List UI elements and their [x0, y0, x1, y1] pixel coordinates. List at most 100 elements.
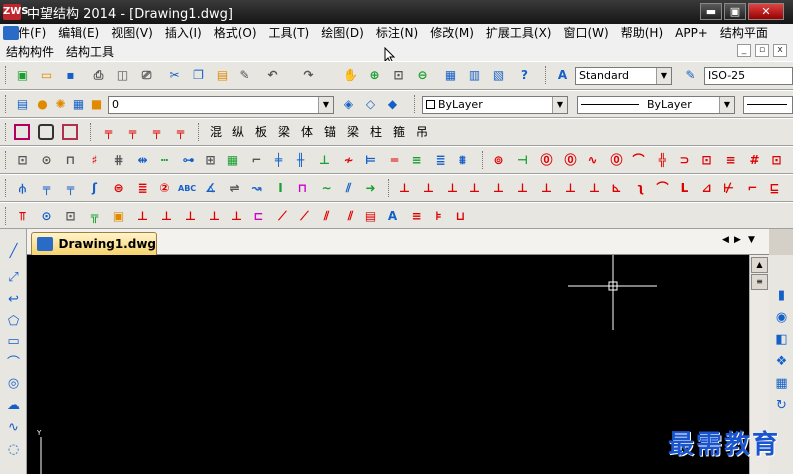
- menu-help[interactable]: 帮助(H): [615, 24, 669, 42]
- rebar-span-icon[interactable]: ⊣: [514, 152, 531, 169]
- column-tee-icon[interactable]: ╤: [38, 180, 55, 197]
- notch-icon[interactable]: ⊔: [452, 208, 469, 225]
- new-file-icon[interactable]: ▣: [14, 67, 31, 84]
- seal-icon[interactable]: ⊜: [110, 180, 127, 197]
- linetype-select[interactable]: ByLayer ▼: [577, 96, 735, 114]
- stair-icon-2[interactable]: ⟋: [296, 208, 313, 225]
- arrow-line-icon[interactable]: ↝: [248, 180, 265, 197]
- menu-modify[interactable]: 修改(M): [424, 24, 480, 42]
- stair-icon[interactable]: ⟋: [274, 208, 291, 225]
- menu-tools[interactable]: 工具(T): [263, 24, 316, 42]
- hook-icon[interactable]: ⊃: [676, 152, 693, 169]
- beam-rebar-icon-3[interactable]: ╤: [148, 124, 165, 141]
- make-layer-current-icon[interactable]: ◈: [340, 96, 357, 113]
- stirrup-icon[interactable]: ⊡: [768, 152, 785, 169]
- polygon-icon[interactable]: ⬠: [5, 313, 22, 330]
- rebar-mark-icon[interactable]: ⊚: [490, 152, 507, 169]
- beam-rebar-icon-4[interactable]: ╤: [172, 124, 189, 141]
- line-icon[interactable]: ╱: [5, 243, 22, 260]
- dash-line-icon[interactable]: ┅: [156, 152, 173, 169]
- text-style-select[interactable]: Standard ▼: [575, 67, 672, 85]
- footing-icon-4[interactable]: ⊥: [206, 208, 223, 225]
- arch-icon[interactable]: ⌒: [654, 180, 671, 197]
- toolbar-grip[interactable]: [90, 123, 93, 141]
- array-icon[interactable]: ▦: [773, 375, 790, 392]
- wall-icon[interactable]: ▤: [362, 208, 379, 225]
- beam-section-icon-1[interactable]: ⊥: [396, 180, 413, 197]
- spell-check-icon[interactable]: ABC: [178, 180, 196, 197]
- color-select[interactable]: ByLayer ▼: [422, 96, 568, 114]
- menu-insert[interactable]: 插入(I): [159, 24, 208, 42]
- menu-draw[interactable]: 绘图(D): [315, 24, 370, 42]
- minimize-button[interactable]: ▬: [700, 3, 722, 20]
- copy-object-icon[interactable]: ◉: [773, 309, 790, 326]
- step-icon[interactable]: ⊑: [766, 180, 783, 197]
- bracket-icon[interactable]: ⊓: [294, 180, 311, 197]
- column-icon[interactable]: ⫪: [14, 208, 31, 225]
- footing-icon-2[interactable]: ⊥: [158, 208, 175, 225]
- chevron-down-icon[interactable]: ▼: [656, 68, 671, 84]
- lineweight-select[interactable]: [743, 96, 793, 114]
- print-preview-icon[interactable]: ◫: [114, 67, 131, 84]
- tool-longitudinal[interactable]: 纵: [228, 124, 248, 141]
- chevron-down-icon[interactable]: ▼: [318, 97, 333, 113]
- ellipse-icon[interactable]: ◌: [5, 441, 22, 458]
- dim-style-select[interactable]: ISO-25: [704, 67, 793, 85]
- red-line-icon[interactable]: ═: [386, 152, 403, 169]
- level-icon[interactable]: ≣: [432, 152, 449, 169]
- tool-column[interactable]: 柱: [366, 124, 386, 141]
- bent-rebar-icon[interactable]: ⌒: [630, 152, 647, 169]
- ramp-icon[interactable]: ⫽: [318, 208, 335, 225]
- circle-point-icon[interactable]: ⊙: [38, 152, 55, 169]
- layer-manager-icon[interactable]: ▤: [14, 96, 31, 113]
- tool-mixed[interactable]: 混: [206, 124, 226, 141]
- ramp-icon-2[interactable]: ⫽: [342, 208, 359, 225]
- doc-close-icon[interactable]: x: [773, 44, 787, 57]
- circle-dot-icon[interactable]: ⊙: [38, 208, 55, 225]
- sun-icon[interactable]: ✺: [52, 96, 69, 113]
- menu-app-plus[interactable]: APP+: [669, 24, 714, 42]
- vertical-dim-icon[interactable]: Ⅰ: [272, 180, 289, 197]
- doc-minimize-icon[interactable]: _: [737, 44, 751, 57]
- scroll-thumb[interactable]: ≡: [751, 274, 768, 290]
- toolbar-grip[interactable]: [414, 95, 417, 113]
- column-plan-icon[interactable]: ⫛: [14, 180, 31, 197]
- toolbar-grip[interactable]: [388, 179, 391, 197]
- toolbar-grip[interactable]: [5, 123, 8, 141]
- circle-mark-icon-3[interactable]: ⓪: [608, 152, 625, 169]
- slab-icon[interactable]: [62, 124, 78, 140]
- beam-section-icon-8[interactable]: ⊥: [562, 180, 579, 197]
- text-block-icon[interactable]: ≣: [134, 180, 151, 197]
- bend-icon[interactable]: ⌐: [744, 180, 761, 197]
- spline-icon[interactable]: ∿: [5, 419, 22, 436]
- menu-window[interactable]: 窗口(W): [558, 24, 615, 42]
- menu-view[interactable]: 视图(V): [105, 24, 159, 42]
- cut-icon[interactable]: ✂: [166, 67, 183, 84]
- beam-section-icon-9[interactable]: ⊥: [586, 180, 603, 197]
- slope-icon[interactable]: ⊿: [698, 180, 715, 197]
- cross-beam-icon[interactable]: ╪: [270, 152, 287, 169]
- toolbar-grip[interactable]: [545, 66, 548, 84]
- zoom-window-icon[interactable]: ⊡: [390, 67, 407, 84]
- chip-icon[interactable]: ⊞: [202, 152, 219, 169]
- image-icon[interactable]: ▣: [110, 208, 127, 225]
- publish-icon[interactable]: ⎚: [138, 67, 155, 84]
- revision-cloud-icon[interactable]: ☁: [5, 397, 22, 414]
- construction-line-icon[interactable]: ⤢: [5, 269, 22, 286]
- l-shape-icon[interactable]: L: [676, 180, 693, 197]
- text-edit-icon[interactable]: A: [384, 208, 401, 225]
- grid-icon[interactable]: ⋕: [110, 152, 127, 169]
- erase-icon[interactable]: ▮: [773, 287, 790, 304]
- parallel-line-icon[interactable]: ≡: [408, 152, 425, 169]
- bar-link-icon[interactable]: ⊶: [180, 152, 197, 169]
- tool-palette-icon[interactable]: ▧: [490, 67, 507, 84]
- document-icon[interactable]: [3, 26, 19, 40]
- tab-list-icon[interactable]: ▼: [748, 235, 755, 245]
- layer-lock-icon[interactable]: ▦: [70, 96, 87, 113]
- slash-icon[interactable]: ⫽: [340, 180, 357, 197]
- dim-style-icon[interactable]: ✎: [682, 67, 699, 84]
- zoom-previous-icon[interactable]: ⊖: [414, 67, 431, 84]
- beam-section-icon-5[interactable]: ⊥: [490, 180, 507, 197]
- beam-section-icon-7[interactable]: ⊥: [538, 180, 555, 197]
- circle-mark-icon-2[interactable]: ⓪: [562, 152, 579, 169]
